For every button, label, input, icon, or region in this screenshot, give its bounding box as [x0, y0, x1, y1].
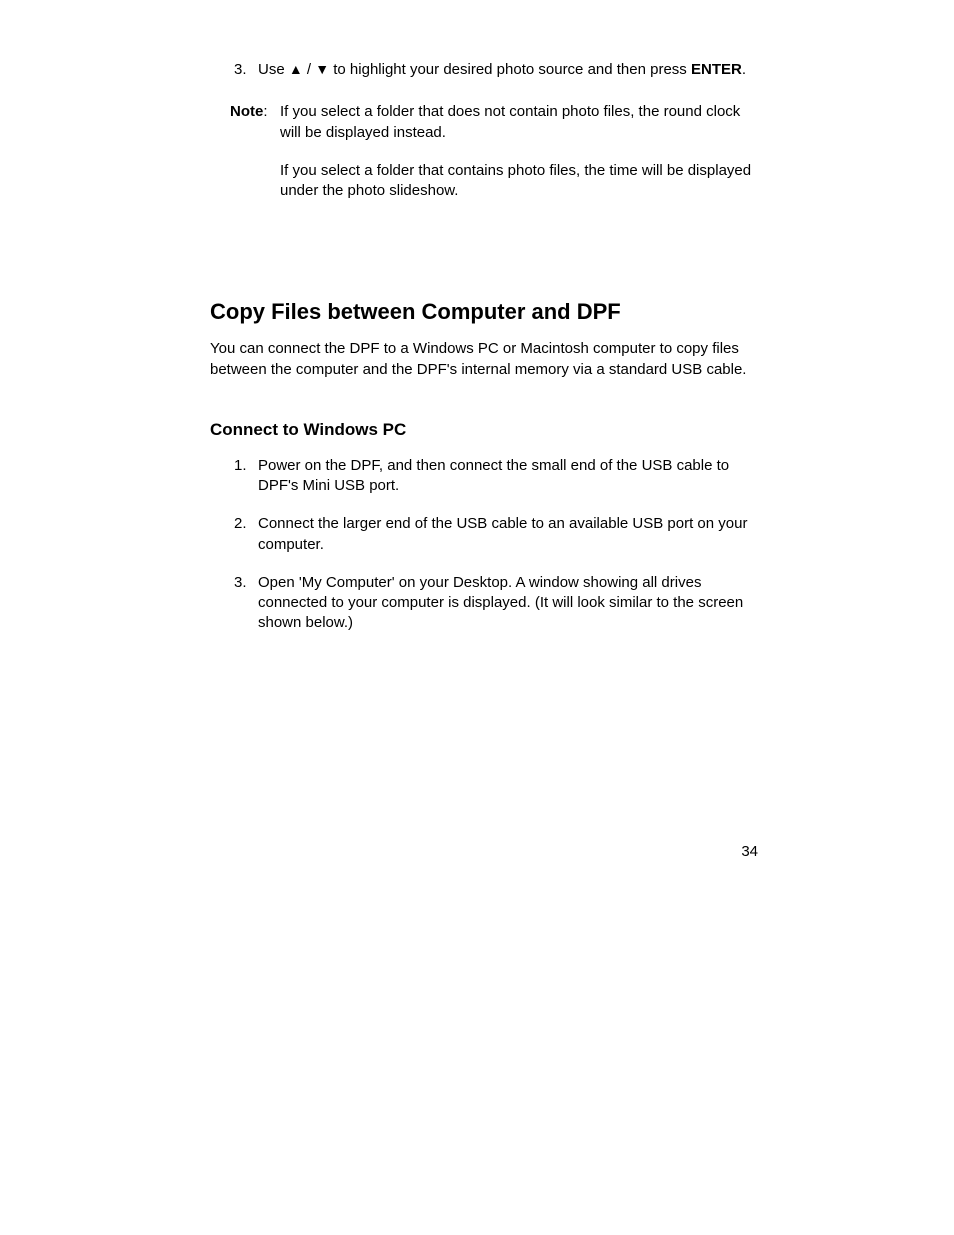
subsection-heading: Connect to Windows PC — [210, 420, 761, 440]
list-item: 3. Open 'My Computer' on your Desktop. A… — [210, 573, 761, 634]
text-segment: Use — [258, 61, 289, 78]
note-label-text: Note — [230, 103, 263, 120]
text-segment: : — [263, 103, 267, 120]
step-text: Use ▲ / ▼ to highlight your desired phot… — [258, 60, 761, 80]
list-item: 2. Connect the larger end of the USB cab… — [210, 514, 761, 555]
step-number: 3. — [210, 573, 258, 634]
page-number: 34 — [741, 843, 758, 860]
step-text: Connect the larger end of the USB cable … — [258, 514, 761, 555]
list-item: 3. Use ▲ / ▼ to highlight your desired p… — [210, 60, 761, 80]
step-text: Power on the DPF, and then connect the s… — [258, 456, 761, 497]
text-segment: to highlight your desired photo source a… — [329, 61, 691, 78]
step-number: 3. — [210, 60, 258, 80]
step-number: 1. — [210, 456, 258, 497]
section-intro: You can connect the DPF to a Windows PC … — [210, 339, 761, 380]
up-arrow-icon: ▲ — [289, 61, 303, 77]
step-number: 2. — [210, 514, 258, 555]
ordered-list: 1. Power on the DPF, and then connect th… — [210, 456, 761, 634]
section-heading: Copy Files between Computer and DPF — [210, 299, 761, 325]
note-label: Note: — [210, 102, 280, 219]
list-item: 1. Power on the DPF, and then connect th… — [210, 456, 761, 497]
note-paragraph: If you select a folder that does not con… — [280, 102, 761, 143]
text-segment: . — [742, 61, 746, 78]
enter-key-label: ENTER — [691, 61, 742, 78]
document-page: 3. Use ▲ / ▼ to highlight your desired p… — [0, 0, 954, 634]
down-arrow-icon: ▼ — [315, 61, 329, 77]
note-content: If you select a folder that does not con… — [280, 102, 761, 219]
note-paragraph: If you select a folder that contains pho… — [280, 161, 761, 202]
text-segment: / — [303, 61, 316, 78]
step-text: Open 'My Computer' on your Desktop. A wi… — [258, 573, 761, 634]
note-block: Note: If you select a folder that does n… — [210, 102, 761, 219]
